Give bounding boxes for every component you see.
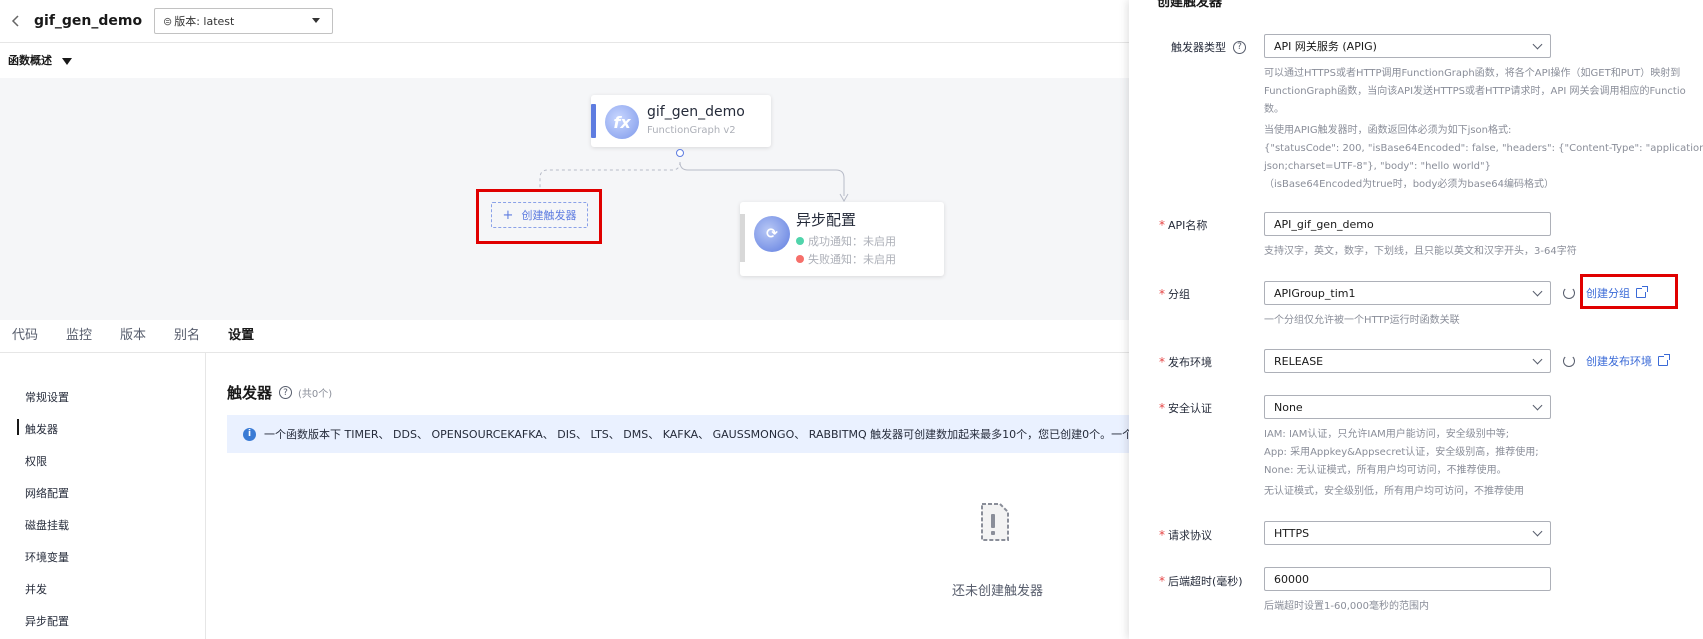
protocol-select[interactable]: HTTPS [1264, 521, 1551, 545]
api-name-hint: 支持汉字，英文，数字，下划线，且只能以英文和汉字开头，3-64字符 [1264, 246, 1577, 257]
auth-select[interactable]: None [1264, 395, 1551, 419]
trigger-count: (共0个) [298, 389, 333, 400]
trigger-type-desc-5: {"statusCode": 200, "isBase64Encoded": f… [1264, 143, 1703, 154]
trigger-type-desc-6: json;charset=UTF-8"}, "body": "hello wor… [1264, 161, 1491, 172]
trigger-type-desc-7: （isBase64Encoded为true时，body必须为base64编码格式… [1264, 179, 1554, 190]
async-node-name: 异步配置 [796, 211, 857, 229]
menu-item-env-vars[interactable]: 环境变量 [25, 549, 69, 565]
create-trigger-drawer: 创建触发器 触发器类型 ? API 网关服务 (APIG) 可以通过HTTPS或… [1129, 0, 1703, 639]
timeout-hint: 后端超时设置1-60,000毫秒的范围内 [1264, 601, 1429, 612]
group-hint: 一个分组仅允许被一个HTTP运行时函数关联 [1264, 315, 1460, 326]
group-select[interactable]: APIGroup_tim1 [1264, 281, 1551, 305]
refresh-icon[interactable] [1563, 287, 1575, 299]
drawer-title: 创建触发器 [1157, 0, 1223, 10]
auth-desc-iam: IAM: IAM认证，只允许IAM用户能访问，安全级别中等; [1264, 429, 1510, 440]
help-icon[interactable]: ? [1233, 40, 1246, 54]
function-graph-logo-icon: fx [605, 105, 639, 139]
caret-down-icon [312, 18, 320, 23]
api-name-input[interactable]: API_gif_gen_demo [1264, 212, 1551, 236]
plus-icon: + [502, 207, 514, 223]
async-config-node[interactable]: ⟳ 异步配置 成功通知：未启用 失败通知：未启用 [740, 202, 944, 276]
external-link-icon [1658, 354, 1670, 366]
env-select[interactable]: RELEASE [1264, 349, 1551, 373]
empty-state-text: 还未创建触发器 [952, 584, 1044, 599]
menu-item-permissions[interactable]: 权限 [25, 453, 47, 469]
menu-item-concurrency[interactable]: 并发 [25, 581, 47, 597]
function-flow-canvas: fx gif_gen_demo FunctionGraph v2 + 创建触发器… [0, 78, 1129, 320]
auth-desc-app: App: 采用Appkey&Appsecret认证，安全级别高，推荐使用; [1264, 447, 1539, 458]
function-title: gif_gen_demo [34, 13, 143, 29]
auth-label: * 安全认证 [1159, 401, 1212, 415]
trigger-type-select[interactable]: API 网关服务 (APIG) [1264, 34, 1551, 58]
highlight-box-create-trigger: + 创建触发器 [476, 189, 602, 244]
help-icon[interactable]: ? [279, 386, 293, 399]
function-node-runtime: FunctionGraph v2 [647, 125, 736, 136]
function-tabs: 代码 监控 版本 别名 设置 [0, 320, 1129, 353]
trigger-section-header: 触发器 ? (共0个) [227, 382, 332, 403]
trigger-type-desc-2: FunctionGraph函数，当向该API发送HTTPS或者HTTP请求时，A… [1264, 86, 1686, 97]
trigger-section-title: 触发器 [227, 384, 273, 402]
menu-item-network[interactable]: 网络配置 [25, 485, 69, 501]
create-group-link[interactable]: 创建分组 [1586, 285, 1648, 301]
api-name-label: * API名称 [1159, 218, 1208, 232]
group-label: * 分组 [1159, 287, 1190, 301]
info-icon: i [243, 427, 256, 441]
tab-alias[interactable]: 别名 [174, 320, 200, 352]
async-node-accent [740, 214, 745, 262]
function-node-accent [591, 104, 596, 138]
version-select[interactable]: ⊜ 版本: latest [154, 8, 333, 34]
auth-desc-none: None: 无认证模式，所有用户均可访问，不推荐使用。 [1264, 465, 1507, 476]
chevron-down-icon [1532, 286, 1543, 297]
timeout-label: * 后端超时(毫秒) [1159, 574, 1243, 588]
trigger-type-desc-3: 数。 [1264, 104, 1284, 115]
chevron-down-icon [1532, 39, 1543, 50]
auth-warning: 无认证模式，安全级别低，所有用户均可访问，不推荐使用 [1264, 486, 1524, 497]
chevron-down-icon [1532, 354, 1543, 365]
function-node-name: gif_gen_demo [647, 104, 745, 120]
trigger-info-banner: i 一个函数版本下 TIMER、 DDS、 OPENSOURCEKAFKA、 D… [227, 415, 1129, 453]
refresh-icon[interactable] [1563, 355, 1575, 367]
create-trigger-button[interactable]: + 创建触发器 [491, 202, 588, 228]
trigger-type-desc-4: 当使用APIG触发器时，函数返回体必须为如下json格式: [1264, 125, 1512, 136]
create-trigger-label: 创建触发器 [521, 209, 577, 222]
async-config-icon: ⟳ [754, 216, 790, 252]
connector-handle[interactable] [676, 149, 684, 157]
trigger-type-label: 触发器类型 ? [1171, 39, 1246, 55]
layers-icon: ⊜ [163, 14, 173, 28]
overview-label: 函数概述 [8, 54, 52, 67]
chevron-down-icon [1532, 400, 1543, 411]
create-env-link[interactable]: 创建发布环境 [1586, 353, 1670, 369]
menu-item-disk-mount[interactable]: 磁盘挂载 [25, 517, 69, 533]
triangle-down-icon [62, 57, 72, 65]
empty-state-icon [981, 503, 1009, 541]
chevron-left-icon[interactable] [8, 14, 22, 28]
timeout-input[interactable]: 60000 [1264, 567, 1551, 591]
failure-notify-status: 失败通知：未启用 [796, 251, 896, 267]
menu-item-general[interactable]: 常规设置 [25, 389, 69, 405]
tab-monitor[interactable]: 监控 [66, 320, 92, 352]
status-dot-icon [796, 237, 804, 245]
tab-version[interactable]: 版本 [120, 320, 146, 352]
overview-toggle[interactable]: 函数概述 [8, 52, 72, 68]
success-notify-status: 成功通知：未启用 [796, 233, 896, 249]
trigger-info-text: 一个函数版本下 TIMER、 DDS、 OPENSOURCEKAFKA、 DIS… [264, 428, 1129, 441]
version-select-value: 版本: latest [174, 15, 235, 28]
tab-code[interactable]: 代码 [12, 320, 38, 352]
protocol-label: * 请求协议 [1159, 528, 1212, 542]
env-label: * 发布环境 [1159, 355, 1212, 369]
function-node[interactable]: fx gif_gen_demo FunctionGraph v2 [591, 95, 771, 147]
tab-settings[interactable]: 设置 [228, 320, 254, 352]
menu-item-async[interactable]: 异步配置 [25, 613, 69, 629]
menu-item-triggers[interactable]: 触发器 [17, 419, 58, 437]
trigger-type-desc-1: 可以通过HTTPS或者HTTP调用FunctionGraph函数，将各个API操… [1264, 68, 1681, 79]
external-link-icon [1636, 286, 1648, 298]
chevron-down-icon [1532, 526, 1543, 537]
settings-menu: 常规设置 触发器 权限 网络配置 磁盘挂载 环境变量 并发 异步配置 [0, 353, 206, 639]
status-dot-icon [796, 255, 804, 263]
